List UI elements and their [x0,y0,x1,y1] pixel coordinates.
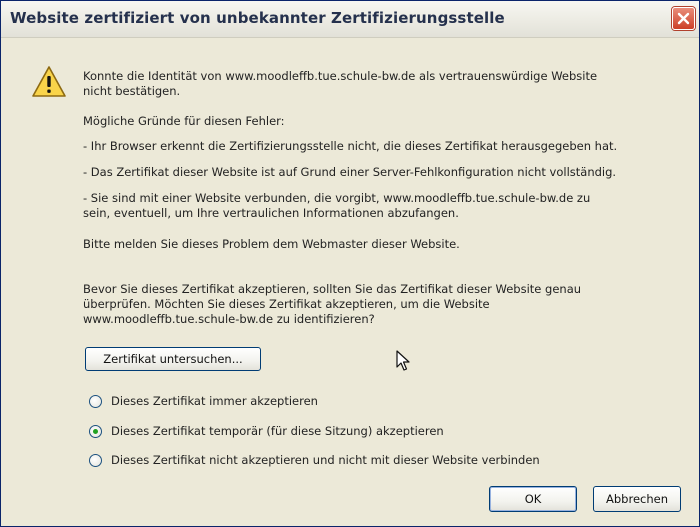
cancel-label: Abbrechen [606,492,668,506]
radio-reject[interactable] [89,454,102,467]
dialog-title: Website zertifiziert von unbekannter Zer… [10,9,505,27]
question-line3: www.moodleffb.tue.schule-bw.de zu identi… [83,312,375,326]
option-label: Dieses Zertifikat immer akzeptieren [111,394,318,408]
ok-label: OK [524,492,542,506]
reason-1: - Ihr Browser erkennt die Zertifizierung… [83,139,618,153]
examine-certificate-label: Zertifikat untersuchen... [103,352,243,366]
option-label: Dieses Zertifikat nicht akzeptieren und … [111,453,540,467]
certificate-dialog: Website zertifiziert von unbekannter Zer… [0,0,700,527]
question-line1: Bevor Sie dieses Zertifikat akzeptieren,… [83,282,582,296]
reason-2: - Das Zertifikat dieser Website ist auf … [83,165,617,179]
reason-3-line1: - Sie sind mit einer Website verbunden, … [83,191,591,205]
radio-selected-dot [93,429,98,434]
cancel-button[interactable]: Abbrechen [593,486,681,512]
reason-3-line2: sein, eventuell, um Ihre vertraulichen I… [83,206,459,220]
warning-icon [32,66,66,97]
mouse-cursor-icon [396,350,410,371]
intro-text-line1: Konnte die Identität von www.moodleffb.t… [83,69,598,83]
close-icon [677,12,690,25]
intro-text-line2: nicht bestätigen. [83,84,181,98]
close-button[interactable] [672,7,695,30]
ok-button[interactable]: OK [489,486,577,512]
radio-accept-always[interactable] [89,395,102,408]
question-line2: überprüfen. Möchten Sie dieses Zertifika… [83,297,490,311]
dialog-body: Konnte die Identität von www.moodleffb.t… [1,38,699,526]
notify-text: Bitte melden Sie dieses Problem dem Webm… [83,237,460,251]
reasons-heading: Mögliche Gründe für diesen Fehler: [83,114,285,128]
radio-accept-temporary[interactable] [89,425,102,438]
examine-certificate-button[interactable]: Zertifikat untersuchen... [85,347,261,371]
title-bar[interactable]: Website zertifiziert von unbekannter Zer… [1,1,699,38]
option-label: Dieses Zertifikat temporär (für diese Si… [111,424,444,438]
